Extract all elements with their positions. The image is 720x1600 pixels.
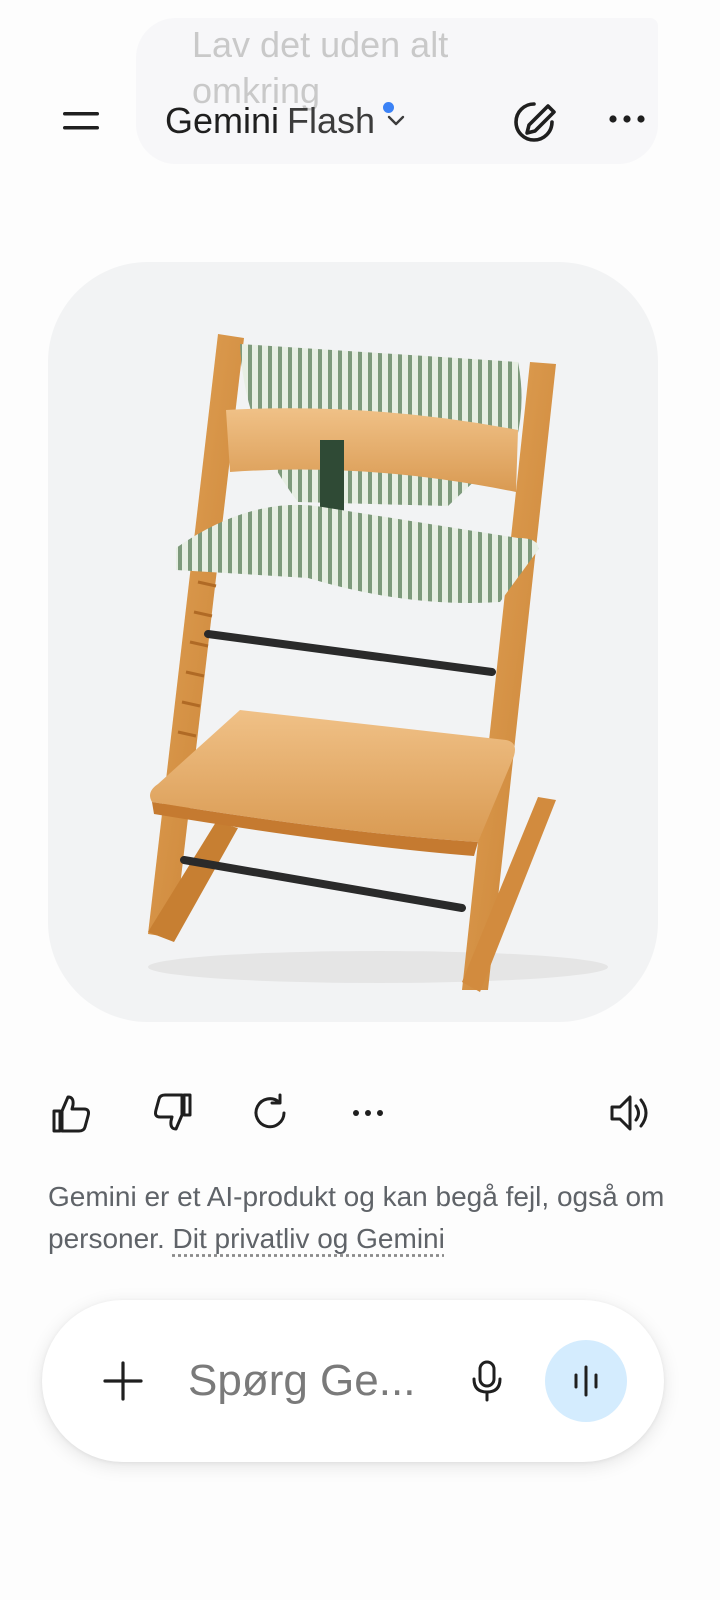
high-chair-image bbox=[148, 334, 608, 992]
new-chat-button[interactable] bbox=[506, 94, 562, 150]
menu-button[interactable] bbox=[56, 96, 106, 146]
more-horizontal-icon bbox=[609, 115, 645, 123]
menu-icon bbox=[63, 112, 99, 130]
model-variant: Flash bbox=[287, 100, 376, 141]
live-audio-icon bbox=[574, 1365, 598, 1397]
refresh-icon bbox=[254, 1093, 286, 1129]
model-name: Gemini bbox=[165, 100, 280, 141]
edit-icon bbox=[514, 102, 556, 142]
bad-response-button[interactable] bbox=[148, 1089, 196, 1137]
good-response-button[interactable] bbox=[48, 1089, 96, 1137]
microphone-icon bbox=[472, 1360, 502, 1402]
generated-image[interactable] bbox=[48, 262, 658, 1022]
add-attachment-button[interactable] bbox=[98, 1356, 148, 1406]
thumbs-up-icon bbox=[52, 1095, 90, 1133]
more-horizontal-icon bbox=[353, 1110, 383, 1116]
model-switcher[interactable]: Gemini Flash bbox=[165, 98, 409, 144]
more-options-button[interactable] bbox=[604, 96, 650, 142]
new-indicator-dot bbox=[383, 102, 394, 113]
prompt-input[interactable] bbox=[188, 1352, 448, 1410]
voice-input-button[interactable] bbox=[462, 1356, 512, 1406]
top-app-bar: Gemini Flash bbox=[0, 80, 720, 160]
thumbs-down-icon bbox=[154, 1093, 192, 1131]
prompt-composer bbox=[42, 1300, 664, 1462]
disclaimer: Gemini er et AI-produkt og kan begå fejl… bbox=[48, 1176, 668, 1260]
regenerate-button[interactable] bbox=[246, 1089, 294, 1137]
more-actions-button[interactable] bbox=[344, 1089, 392, 1137]
response-actions bbox=[0, 1085, 720, 1141]
read-aloud-button[interactable] bbox=[606, 1089, 654, 1137]
plus-icon bbox=[103, 1361, 143, 1401]
privacy-link[interactable]: Dit privatliv og Gemini bbox=[173, 1223, 445, 1254]
speaker-icon bbox=[610, 1095, 648, 1131]
live-button[interactable] bbox=[545, 1340, 627, 1422]
